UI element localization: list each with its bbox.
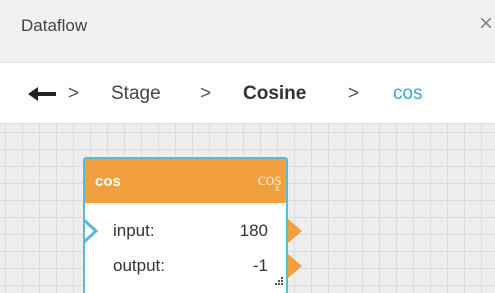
output-value: -1 [252, 256, 268, 275]
input-output-port-icon[interactable] [288, 219, 302, 248]
breadcrumb-separator: > [68, 83, 80, 104]
input-value[interactable]: 180 [240, 221, 268, 241]
node-header[interactable]: cos cosx [85, 159, 286, 203]
output-label: output: [113, 256, 165, 275]
breadcrumb-item-cosine[interactable]: Cosine [243, 83, 306, 105]
node-title: cos [95, 173, 121, 190]
cos-node[interactable]: cos cosx input: 180 output: -1 [82, 157, 302, 293]
input-label: input: [113, 221, 155, 240]
resize-handle-icon[interactable] [274, 273, 284, 291]
input-port-icon[interactable] [82, 218, 99, 248]
breadcrumb-separator: > [200, 83, 212, 104]
breadcrumb-separator: > [348, 83, 360, 104]
breadcrumb: > Stage > Cosine > cos [0, 63, 495, 124]
cos-symbol-sub: x [274, 182, 281, 194]
breadcrumb-item-cos: cos [393, 83, 423, 104]
cos-symbol-icon: cosx [258, 169, 282, 194]
input-port-row: input: 180 [82, 216, 302, 248]
breadcrumb-item-stage[interactable]: Stage [111, 83, 161, 105]
panel-title: Dataflow [21, 16, 88, 35]
panel-header: Dataflow × [0, 0, 495, 63]
back-arrow-icon[interactable] [26, 84, 58, 104]
close-icon[interactable]: × [477, 12, 495, 36]
output-port-icon[interactable] [288, 254, 302, 283]
output-port-row: output: -1 [85, 251, 302, 281]
